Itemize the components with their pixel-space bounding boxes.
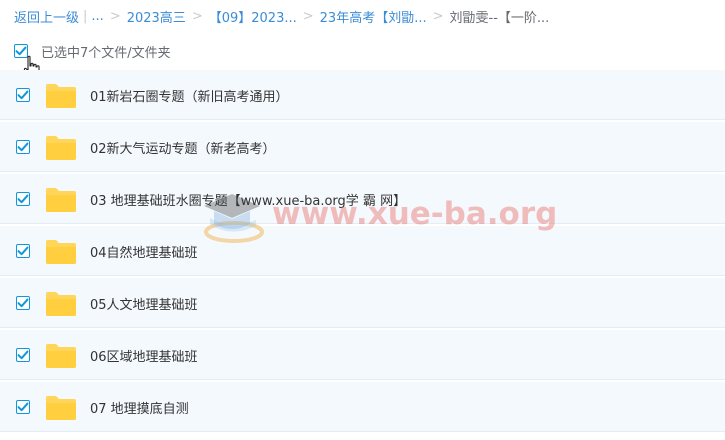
folder-icon <box>46 136 76 160</box>
list-item[interactable]: 01新岩石圈专题（新旧高考通用） <box>0 70 725 120</box>
row-checkbox[interactable] <box>16 348 30 362</box>
check-icon <box>17 90 29 100</box>
list-item[interactable]: 07 地理摸底自测 <box>0 382 725 432</box>
folder-name[interactable]: 05人文地理基础班 <box>90 294 198 313</box>
check-icon <box>17 194 29 204</box>
breadcrumb-item-09[interactable]: 【09】2023... <box>209 7 297 26</box>
list-item[interactable]: 05人文地理基础班 <box>0 278 725 328</box>
breadcrumb-current: 刘勖雯--【一阶... <box>449 10 550 26</box>
selection-count: 已选中7个文件/文件夹 <box>41 45 171 61</box>
folder-icon <box>46 396 76 420</box>
list-item[interactable]: 03 地理基础班水圈专题【www.xue-ba.org学 霸 网】 <box>0 174 725 224</box>
folder-name[interactable]: 06区域地理基础班 <box>90 346 198 365</box>
folder-icon <box>46 188 76 212</box>
row-checkbox[interactable] <box>16 244 30 258</box>
row-checkbox[interactable] <box>16 140 30 154</box>
check-icon <box>17 246 29 256</box>
folder-icon <box>46 84 76 108</box>
folder-name[interactable]: 02新大气运动专题（新老高考） <box>90 138 276 157</box>
folder-name[interactable]: 04自然地理基础班 <box>90 242 198 261</box>
breadcrumb-item-2023[interactable]: 2023高三 <box>127 7 186 26</box>
row-checkbox[interactable] <box>16 88 30 102</box>
list-item[interactable]: 06区域地理基础班 <box>0 330 725 380</box>
folder-icon <box>46 292 76 316</box>
row-checkbox[interactable] <box>16 296 30 310</box>
breadcrumb-divider: | <box>83 8 88 24</box>
check-icon <box>17 350 29 360</box>
check-icon <box>17 142 29 152</box>
list-item[interactable]: 04自然地理基础班 <box>0 226 725 276</box>
chevron-right-icon: > <box>302 8 314 24</box>
list-item[interactable]: 02新大气运动专题（新老高考） <box>0 122 725 172</box>
folder-list: 01新岩石圈专题（新旧高考通用） 02新大气运动专题（新老高考） 03 地理基础… <box>0 70 725 434</box>
folder-name[interactable]: 03 地理基础班水圈专题【www.xue-ba.org学 霸 网】 <box>90 190 406 209</box>
check-icon <box>17 298 29 308</box>
folder-icon <box>46 344 76 368</box>
breadcrumb: 返回上一级 | ... > 2023高三 > 【09】2023... > 23年… <box>14 6 549 26</box>
chevron-right-icon: > <box>432 8 444 24</box>
folder-icon <box>46 240 76 264</box>
row-checkbox[interactable] <box>16 400 30 414</box>
row-checkbox[interactable] <box>16 192 30 206</box>
breadcrumb-item-23[interactable]: 23年高考【刘勖... <box>320 7 427 26</box>
chevron-right-icon: > <box>109 8 121 24</box>
folder-name[interactable]: 07 地理摸底自测 <box>90 398 189 417</box>
folder-name[interactable]: 01新岩石圈专题（新旧高考通用） <box>90 86 289 105</box>
chevron-right-icon: > <box>191 8 203 24</box>
file-browser: 返回上一级 | ... > 2023高三 > 【09】2023... > 23年… <box>0 0 725 440</box>
breadcrumb-ellipsis[interactable]: ... <box>91 9 103 24</box>
check-icon <box>17 402 29 412</box>
back-link[interactable]: 返回上一级 <box>14 7 79 26</box>
